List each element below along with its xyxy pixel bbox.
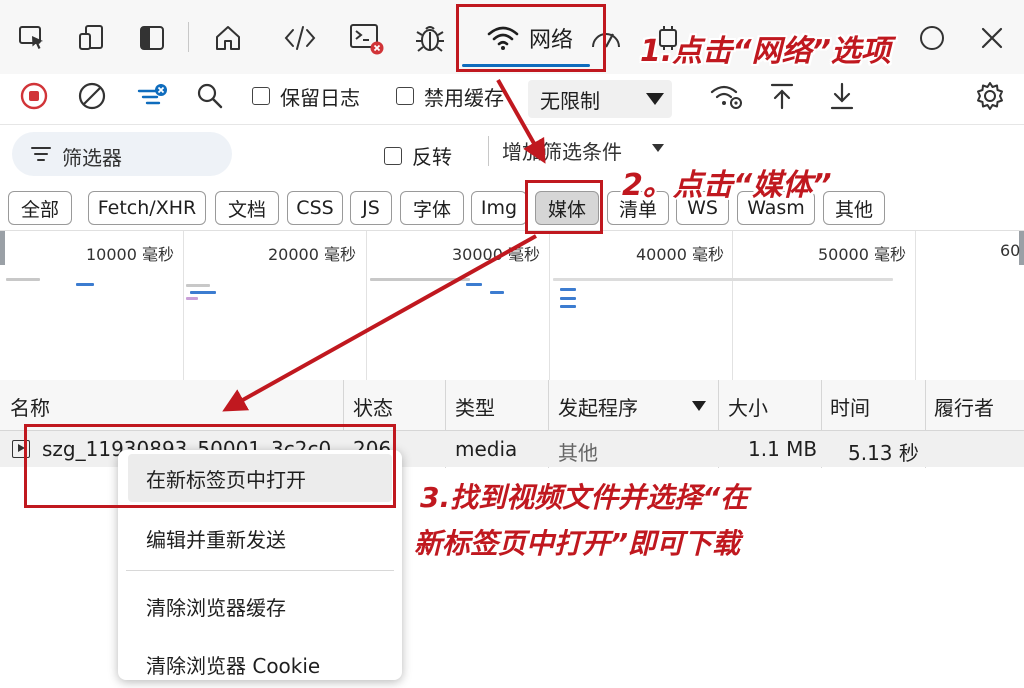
arrow-to-request-row xyxy=(222,234,537,412)
annotation-arrows xyxy=(222,79,546,412)
annotation-step-1: 1.点击“网络”选项 xyxy=(640,34,891,69)
annotation-step-2: 2。点击“媒体” xyxy=(622,168,832,203)
annotation-step-3-line-2: 新标签页中打开”即可下载 xyxy=(414,527,741,560)
annotation-step-3-line-1: 3.找到视频文件并选择“在 xyxy=(420,481,749,514)
arrow-to-media-filter xyxy=(496,79,546,164)
